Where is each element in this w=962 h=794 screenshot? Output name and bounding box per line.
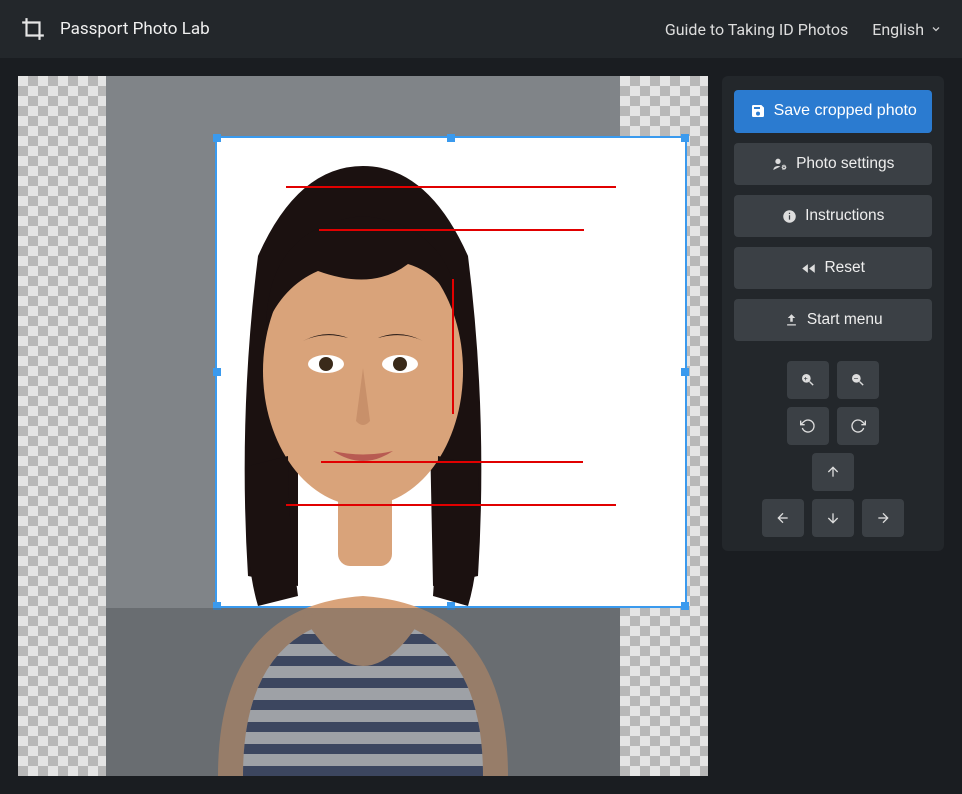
guide-line-chin bbox=[321, 461, 583, 463]
photo-container bbox=[106, 76, 620, 776]
arrow-right-icon bbox=[875, 510, 891, 526]
crop-handle-mr[interactable] bbox=[681, 368, 689, 376]
rewind-icon bbox=[801, 261, 816, 276]
info-icon bbox=[782, 209, 797, 224]
crop-handle-tr[interactable] bbox=[681, 134, 689, 142]
photo-settings-label: Photo settings bbox=[796, 154, 894, 174]
instructions-label: Instructions bbox=[805, 206, 884, 226]
save-button[interactable]: Save cropped photo bbox=[734, 90, 932, 133]
guide-line-center-vertical bbox=[452, 279, 454, 414]
reset-label: Reset bbox=[824, 258, 865, 278]
save-icon bbox=[750, 103, 766, 119]
arrow-down-icon bbox=[825, 510, 841, 526]
crop-dim-below bbox=[106, 608, 620, 776]
zoom-out-icon bbox=[850, 372, 866, 388]
arrow-left-icon bbox=[775, 510, 791, 526]
user-cog-icon bbox=[772, 156, 788, 172]
instructions-button[interactable]: Instructions bbox=[734, 195, 932, 237]
app-title: Passport Photo Lab bbox=[60, 19, 210, 39]
guide-link[interactable]: Guide to Taking ID Photos bbox=[665, 20, 848, 39]
start-menu-button[interactable]: Start menu bbox=[734, 299, 932, 341]
sidebar: Save cropped photo Photo settings Instru… bbox=[722, 76, 944, 551]
save-button-label: Save cropped photo bbox=[774, 101, 917, 122]
app-header: Passport Photo Lab Guide to Taking ID Ph… bbox=[0, 0, 962, 58]
guide-line-head-top bbox=[286, 186, 616, 188]
brand: Passport Photo Lab bbox=[20, 16, 210, 42]
language-label: English bbox=[872, 20, 924, 39]
arrow-up-icon bbox=[825, 464, 841, 480]
zoom-in-icon bbox=[800, 372, 816, 388]
guide-line-shoulders bbox=[286, 504, 616, 506]
crop-logo-icon bbox=[20, 16, 46, 42]
rotate-cw-icon bbox=[850, 418, 866, 434]
rotate-ccw-icon bbox=[800, 418, 816, 434]
nudge-down-button[interactable] bbox=[812, 499, 854, 537]
nudge-left-button[interactable] bbox=[762, 499, 804, 537]
language-selector[interactable]: English bbox=[872, 20, 942, 39]
zoom-in-button[interactable] bbox=[787, 361, 829, 399]
zoom-out-button[interactable] bbox=[837, 361, 879, 399]
main: Save cropped photo Photo settings Instru… bbox=[0, 58, 962, 794]
tool-grid bbox=[734, 361, 932, 537]
guide-line-hairline bbox=[319, 229, 584, 231]
photo-settings-button[interactable]: Photo settings bbox=[734, 143, 932, 185]
reset-button[interactable]: Reset bbox=[734, 247, 932, 289]
start-menu-label: Start menu bbox=[807, 310, 883, 330]
photo-editor-canvas[interactable] bbox=[18, 76, 708, 776]
chevron-down-icon bbox=[930, 23, 942, 35]
header-right: Guide to Taking ID Photos English bbox=[665, 20, 942, 39]
crop-handle-br[interactable] bbox=[681, 602, 689, 610]
transparency-checker-left bbox=[18, 76, 106, 776]
nudge-right-button[interactable] bbox=[862, 499, 904, 537]
upload-icon bbox=[784, 313, 799, 328]
nudge-up-button[interactable] bbox=[812, 453, 854, 491]
rotate-cw-button[interactable] bbox=[837, 407, 879, 445]
rotate-ccw-button[interactable] bbox=[787, 407, 829, 445]
